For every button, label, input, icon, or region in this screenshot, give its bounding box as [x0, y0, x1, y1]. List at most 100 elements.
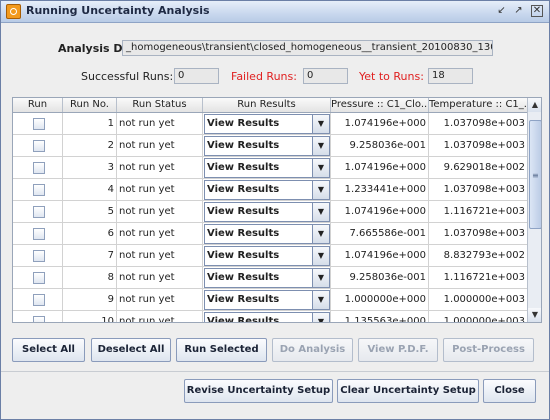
pressure-cell: 1.074196e+000 [331, 245, 429, 266]
column-header-temperature[interactable]: Temperature :: C1_... [429, 98, 527, 112]
chevron-down-icon[interactable]: ▼ [312, 225, 329, 243]
pressure-cell: 1.135563e+000 [331, 311, 429, 322]
run-status-cell: not run yet [117, 245, 203, 266]
pressure-cell: 1.000000e+000 [331, 289, 429, 310]
run-checkbox[interactable] [33, 184, 45, 196]
table-row[interactable]: 1 not run yet View Results ▼ 1.074196e+000 1.… [13, 113, 527, 135]
pressure-cell: 1.074196e+000 [331, 201, 429, 222]
title-bar[interactable]: Running Uncertainty Analysis ↙ ↗ ✕ [1, 1, 549, 23]
chevron-down-icon[interactable]: ▼ [312, 159, 329, 177]
run-no-cell: 7 [63, 245, 117, 266]
run-checkbox[interactable] [33, 206, 45, 218]
run-status-cell: not run yet [117, 311, 203, 322]
do-analysis-button[interactable]: Do Analysis [272, 338, 353, 362]
view-results-dropdown[interactable]: View Results ▼ [204, 202, 330, 222]
run-cell [13, 157, 63, 178]
view-results-dropdown[interactable]: View Results ▼ [204, 224, 330, 244]
maximize-icon[interactable]: ↗ [513, 5, 524, 16]
app-icon [6, 4, 21, 19]
table-row[interactable]: 7 not run yet View Results ▼ 1.074196e+000 8.… [13, 245, 527, 267]
run-cell [13, 245, 63, 266]
table-row[interactable]: 10 not run yet View Results ▼ 1.135563e+000 1… [13, 311, 527, 323]
run-checkbox[interactable] [33, 118, 45, 130]
deselect-all-button[interactable]: Deselect All [91, 338, 171, 362]
column-header-run-results[interactable]: Run Results [203, 98, 331, 112]
temperature-cell: 1.037098e+003 [443, 140, 525, 151]
view-results-dropdown[interactable]: View Results ▼ [204, 180, 330, 200]
run-cell [13, 311, 63, 322]
view-results-dropdown[interactable]: View Results ▼ [204, 136, 330, 156]
run-selected-button[interactable]: Run Selected [176, 338, 267, 362]
run-cell [13, 135, 63, 156]
scroll-up-icon[interactable]: ▲ [528, 98, 541, 112]
table-row[interactable]: 6 not run yet View Results ▼ 7.665586e-001 1.… [13, 223, 527, 245]
minimize-icon[interactable]: ↙ [496, 5, 507, 16]
run-results-cell: View Results ▼ [203, 267, 331, 288]
run-no-cell: 6 [63, 223, 117, 244]
chevron-down-icon[interactable]: ▼ [312, 291, 329, 309]
scroll-down-icon[interactable]: ▼ [528, 308, 541, 322]
run-results-cell: View Results ▼ [203, 245, 331, 266]
view-results-dropdown[interactable]: View Results ▼ [204, 268, 330, 288]
scroll-thumb[interactable]: ≡ [529, 120, 541, 229]
view-results-dropdown[interactable]: View Results ▼ [204, 312, 330, 322]
pressure-cell: 1.074196e+000 [331, 157, 429, 178]
temperature-cell: 1.000000e+003 [443, 316, 525, 323]
table-row[interactable]: 2 not run yet View Results ▼ 9.258036e-001 1.… [13, 135, 527, 157]
run-cell [13, 267, 63, 288]
column-header-run-status[interactable]: Run Status [117, 98, 203, 112]
post-process-button[interactable]: Post-Process [443, 338, 534, 362]
view-results-label: View Results [207, 162, 280, 173]
chevron-down-icon[interactable]: ▼ [312, 313, 329, 322]
runs-table: Run Run No. Run Status Run Results Press… [12, 97, 542, 323]
table-row[interactable]: 4 not run yet View Results ▼ 1.233441e+000 1.… [13, 179, 527, 201]
temperature-cell: 1.116721e+003 [443, 206, 525, 217]
table-row[interactable]: 8 not run yet View Results ▼ 9.258036e-001 1.… [13, 267, 527, 289]
chevron-down-icon[interactable]: ▼ [312, 203, 329, 221]
run-cell [13, 289, 63, 310]
table-row[interactable]: 9 not run yet View Results ▼ 1.000000e+000 1.… [13, 289, 527, 311]
run-checkbox[interactable] [33, 162, 45, 174]
close-icon[interactable]: ✕ [531, 5, 543, 17]
close-button[interactable]: Close [483, 379, 536, 403]
temperature-cell: 9.629018e+002 [443, 162, 525, 173]
chevron-down-icon[interactable]: ▼ [312, 115, 329, 133]
chevron-down-icon[interactable]: ▼ [312, 181, 329, 199]
clear-uncertainty-setup-button[interactable]: Clear Uncertainty Setup [337, 379, 479, 403]
run-checkbox[interactable] [33, 272, 45, 284]
column-header-pressure[interactable]: Pressure :: C1_Clo... [331, 98, 429, 112]
run-results-cell: View Results ▼ [203, 201, 331, 222]
failed-runs-value: 0 [303, 68, 348, 84]
run-no-cell: 3 [63, 157, 117, 178]
chevron-down-icon[interactable]: ▼ [312, 269, 329, 287]
run-cell [13, 179, 63, 200]
run-status-cell: not run yet [117, 135, 203, 156]
run-cell [13, 201, 63, 222]
view-results-dropdown[interactable]: View Results ▼ [204, 114, 330, 134]
successful-runs-label: Successful Runs: [81, 70, 174, 83]
table-row[interactable]: 3 not run yet View Results ▼ 1.074196e+000 9.… [13, 157, 527, 179]
chevron-down-icon[interactable]: ▼ [312, 247, 329, 265]
table-row[interactable]: 5 not run yet View Results ▼ 1.074196e+000 1.… [13, 201, 527, 223]
run-checkbox[interactable] [33, 228, 45, 240]
chevron-down-icon[interactable]: ▼ [312, 137, 329, 155]
view-results-dropdown[interactable]: View Results ▼ [204, 158, 330, 178]
run-no-cell: 2 [63, 135, 117, 156]
view-results-dropdown[interactable]: View Results ▼ [204, 246, 330, 266]
run-checkbox[interactable] [33, 294, 45, 306]
select-all-button[interactable]: Select All [12, 338, 85, 362]
column-header-run-no[interactable]: Run No. [63, 98, 117, 112]
vertical-scrollbar[interactable]: ▲ ≡ ▼ [527, 98, 541, 322]
run-status-cell: not run yet [117, 201, 203, 222]
revise-uncertainty-setup-button[interactable]: Revise Uncertainty Setup [184, 379, 333, 403]
view-pdf-button[interactable]: View P.D.F. [358, 338, 438, 362]
run-checkbox[interactable] [33, 316, 45, 322]
view-results-dropdown[interactable]: View Results ▼ [204, 290, 330, 310]
run-status-cell: not run yet [117, 179, 203, 200]
temperature-cell: 8.832793e+002 [443, 250, 525, 261]
run-checkbox[interactable] [33, 140, 45, 152]
run-checkbox[interactable] [33, 250, 45, 262]
run-status-cell: not run yet [117, 157, 203, 178]
view-results-label: View Results [207, 118, 280, 129]
column-header-run[interactable]: Run [13, 98, 63, 112]
